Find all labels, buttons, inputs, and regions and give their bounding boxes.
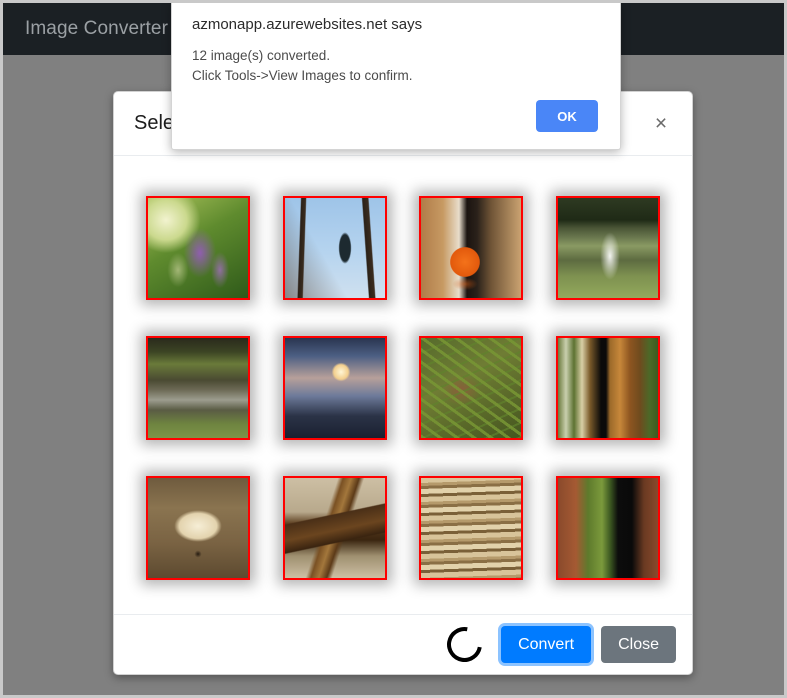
browser-viewport: Image Converter Select Images × Convert …	[3, 3, 784, 695]
thumbnail-grid	[130, 178, 676, 598]
thumbnail-image	[148, 478, 249, 578]
thumbnail-image	[421, 478, 522, 578]
modal-body	[114, 156, 692, 614]
thumbnail-stacked-books-edges[interactable]	[419, 476, 524, 580]
thumbnail-image	[421, 198, 522, 298]
thumbnail-image	[557, 478, 658, 578]
thumbnail-image	[284, 338, 385, 438]
thumbnail-garden-fountain-pond[interactable]	[555, 196, 660, 300]
thumbnail-wooden-stool-top[interactable]	[282, 476, 387, 580]
thumbnail-image	[557, 198, 658, 298]
loading-spinner-icon	[440, 620, 489, 669]
alert-message-line-1: 12 image(s) converted.	[192, 48, 331, 63]
alert-origin-text: azmonapp.azurewebsites.net says	[192, 16, 423, 33]
convert-button[interactable]: Convert	[501, 625, 592, 664]
alert-message: 12 image(s) converted. Click Tools->View…	[192, 46, 412, 86]
thumbnail-image	[148, 338, 249, 438]
thumbnail-image	[284, 478, 385, 578]
thumbnail-grass-and-leaves[interactable]	[419, 336, 524, 440]
thumbnail-cormorant-in-bare-tree[interactable]	[282, 196, 387, 300]
thumbnail-image	[148, 198, 249, 298]
close-icon[interactable]: ×	[646, 109, 676, 139]
close-button[interactable]: Close	[601, 625, 676, 664]
thumbnail-sunset-through-trees[interactable]	[282, 336, 387, 440]
thumbnail-lizard-by-tree[interactable]	[555, 476, 660, 580]
thumbnail-woodland-pond[interactable]	[146, 336, 251, 440]
thumbnail-grilled-food-plate[interactable]	[555, 336, 660, 440]
thumbnail-ceiling-lamp[interactable]	[146, 476, 251, 580]
select-images-modal: Select Images × Convert Close	[113, 91, 693, 675]
thumbnail-image	[284, 198, 385, 298]
thumbnail-purple-flower-spike[interactable]	[146, 196, 251, 300]
thumbnail-image	[557, 338, 658, 438]
modal-footer: Convert Close	[114, 614, 692, 674]
thumbnail-image	[421, 338, 522, 438]
alert-ok-button[interactable]: OK	[536, 100, 598, 132]
thumbnail-orange-on-table[interactable]	[419, 196, 524, 300]
javascript-alert-dialog: azmonapp.azurewebsites.net says 12 image…	[171, 3, 621, 150]
app-brand-title: Image Converter	[25, 18, 169, 39]
alert-message-line-2: Click Tools->View Images to confirm.	[192, 68, 413, 83]
